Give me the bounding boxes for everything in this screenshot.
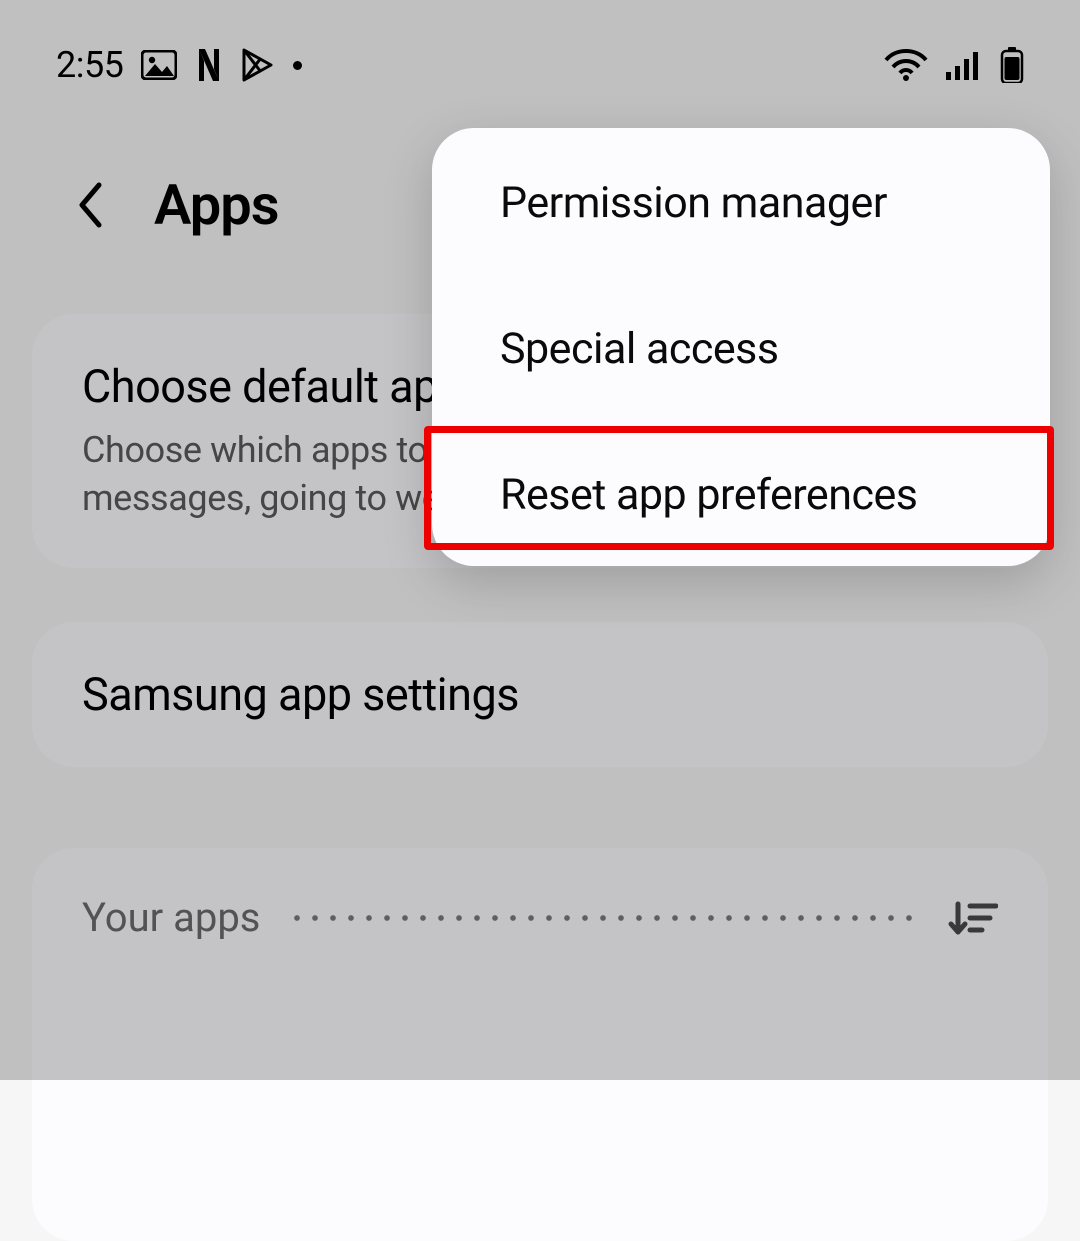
- menu-item-special-access[interactable]: Special access: [432, 274, 1050, 420]
- page-title: Apps: [154, 172, 279, 238]
- play-store-icon: [241, 47, 275, 83]
- netflix-icon: [195, 49, 223, 81]
- status-bar: 2:55: [0, 44, 1080, 86]
- cellular-signal-icon: [946, 50, 982, 80]
- your-apps-header: Your apps: [82, 894, 998, 941]
- sort-icon[interactable]: [948, 898, 998, 938]
- battery-icon: [1000, 47, 1024, 83]
- your-apps-section: Your apps: [32, 848, 1048, 1241]
- samsung-app-settings-item[interactable]: Samsung app settings: [32, 622, 1048, 767]
- notification-more-dot-icon: [293, 61, 302, 70]
- samsung-app-settings-label: Samsung app settings: [82, 668, 998, 721]
- menu-item-reset-app-preferences[interactable]: Reset app preferences: [432, 420, 1050, 566]
- status-bar-left: 2:55: [56, 44, 302, 86]
- divider-dots: [288, 915, 920, 921]
- status-time: 2:55: [56, 44, 123, 86]
- back-icon[interactable]: [76, 181, 104, 229]
- menu-item-permission-manager[interactable]: Permission manager: [432, 128, 1050, 274]
- page-header: Apps: [76, 172, 279, 238]
- overflow-menu: Permission manager Special access Reset …: [432, 128, 1050, 566]
- wifi-icon: [884, 48, 928, 82]
- status-bar-right: [884, 47, 1024, 83]
- photo-icon: [141, 50, 177, 80]
- your-apps-label: Your apps: [82, 894, 260, 941]
